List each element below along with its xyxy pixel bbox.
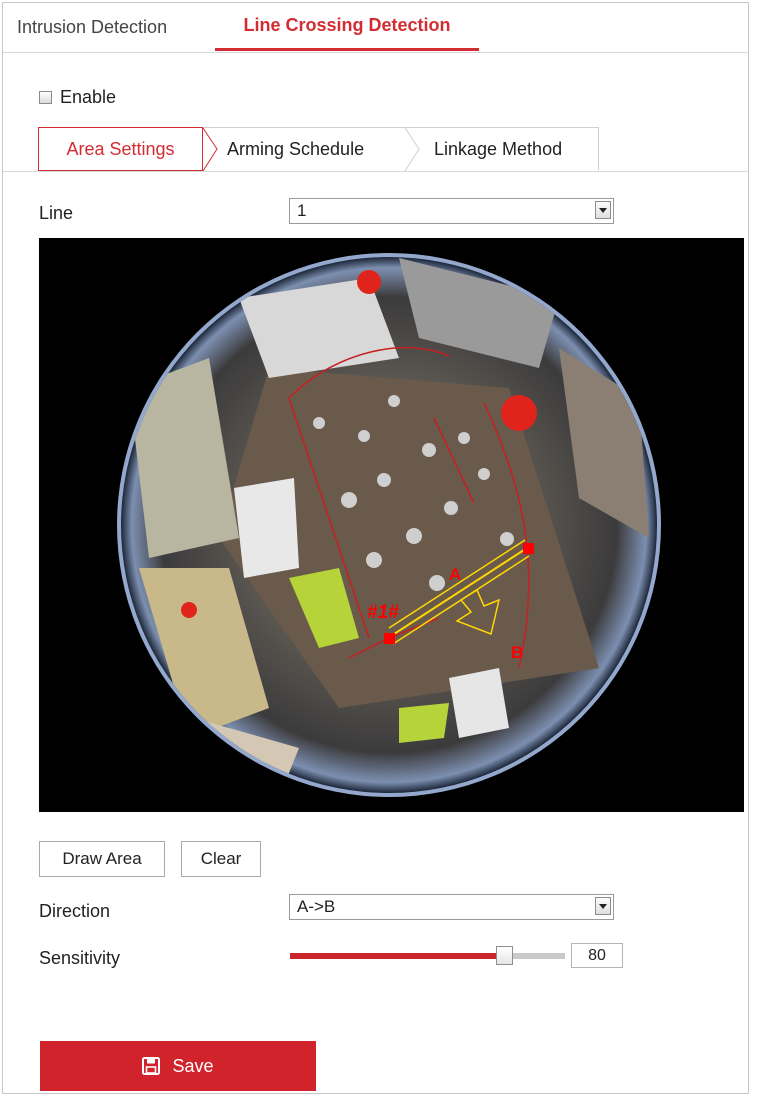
enable-checkbox-row[interactable]: Enable (39, 85, 116, 109)
point-a-label: A (449, 565, 461, 584)
tab-separator-icon (202, 128, 218, 171)
red-lantern (501, 395, 537, 431)
slider-fill (290, 953, 505, 959)
white-machine (449, 668, 509, 738)
tab-separator-icon (404, 128, 420, 171)
sub-tab-group: Area Settings Arming Schedule Linkage Me… (38, 127, 599, 171)
fisheye-view: #1# A B (117, 253, 661, 797)
sensitivity-label: Sensitivity (39, 948, 121, 968)
enable-label: Enable (60, 86, 117, 107)
enable-checkbox[interactable] (39, 90, 52, 104)
tab-area-settings[interactable]: Area Settings (38, 127, 203, 171)
chevron-down-icon[interactable] (595, 201, 611, 219)
red-lantern (357, 270, 381, 294)
save-label: Save (172, 1055, 214, 1076)
red-stool (181, 602, 197, 618)
direction-select-value: A->B (297, 897, 336, 916)
white-cabinet (234, 478, 299, 578)
direction-select[interactable]: A->B (289, 894, 614, 920)
line-endpoint-handle[interactable] (384, 633, 395, 644)
direction-label: Direction (39, 901, 111, 921)
sub-tab-bar: Area Settings Arming Schedule Linkage Me… (3, 127, 748, 172)
line-crossing-panel: Intrusion Detection Line Crossing Detect… (2, 2, 749, 1094)
point-b-label: B (511, 643, 523, 662)
sensitivity-value[interactable]: 80 (571, 943, 623, 968)
tab-arming-schedule[interactable]: Arming Schedule (227, 128, 364, 171)
green-box (399, 703, 449, 743)
line-id-label: #1# (367, 602, 399, 623)
camera-preview[interactable]: #1# A B (39, 238, 744, 812)
line-select[interactable]: 1 (289, 198, 614, 224)
tab-linkage-method[interactable]: Linkage Method (434, 128, 562, 171)
tab-line-crossing-detection[interactable]: Line Crossing Detection (215, 3, 479, 51)
sensitivity-slider[interactable] (290, 945, 565, 967)
top-tab-bar: Intrusion Detection Line Crossing Detect… (3, 3, 748, 53)
line-endpoint-handle[interactable] (523, 543, 534, 554)
tab-intrusion-detection[interactable]: Intrusion Detection (17, 3, 167, 50)
clear-button[interactable]: Clear (181, 841, 261, 877)
slider-thumb[interactable] (496, 946, 513, 965)
line-label: Line (39, 203, 74, 223)
chevron-down-icon[interactable] (595, 897, 611, 915)
draw-area-button[interactable]: Draw Area (39, 841, 165, 877)
save-button[interactable]: Save (40, 1041, 316, 1091)
floppy-disk-icon (142, 1057, 161, 1075)
line-select-value: 1 (297, 201, 307, 220)
